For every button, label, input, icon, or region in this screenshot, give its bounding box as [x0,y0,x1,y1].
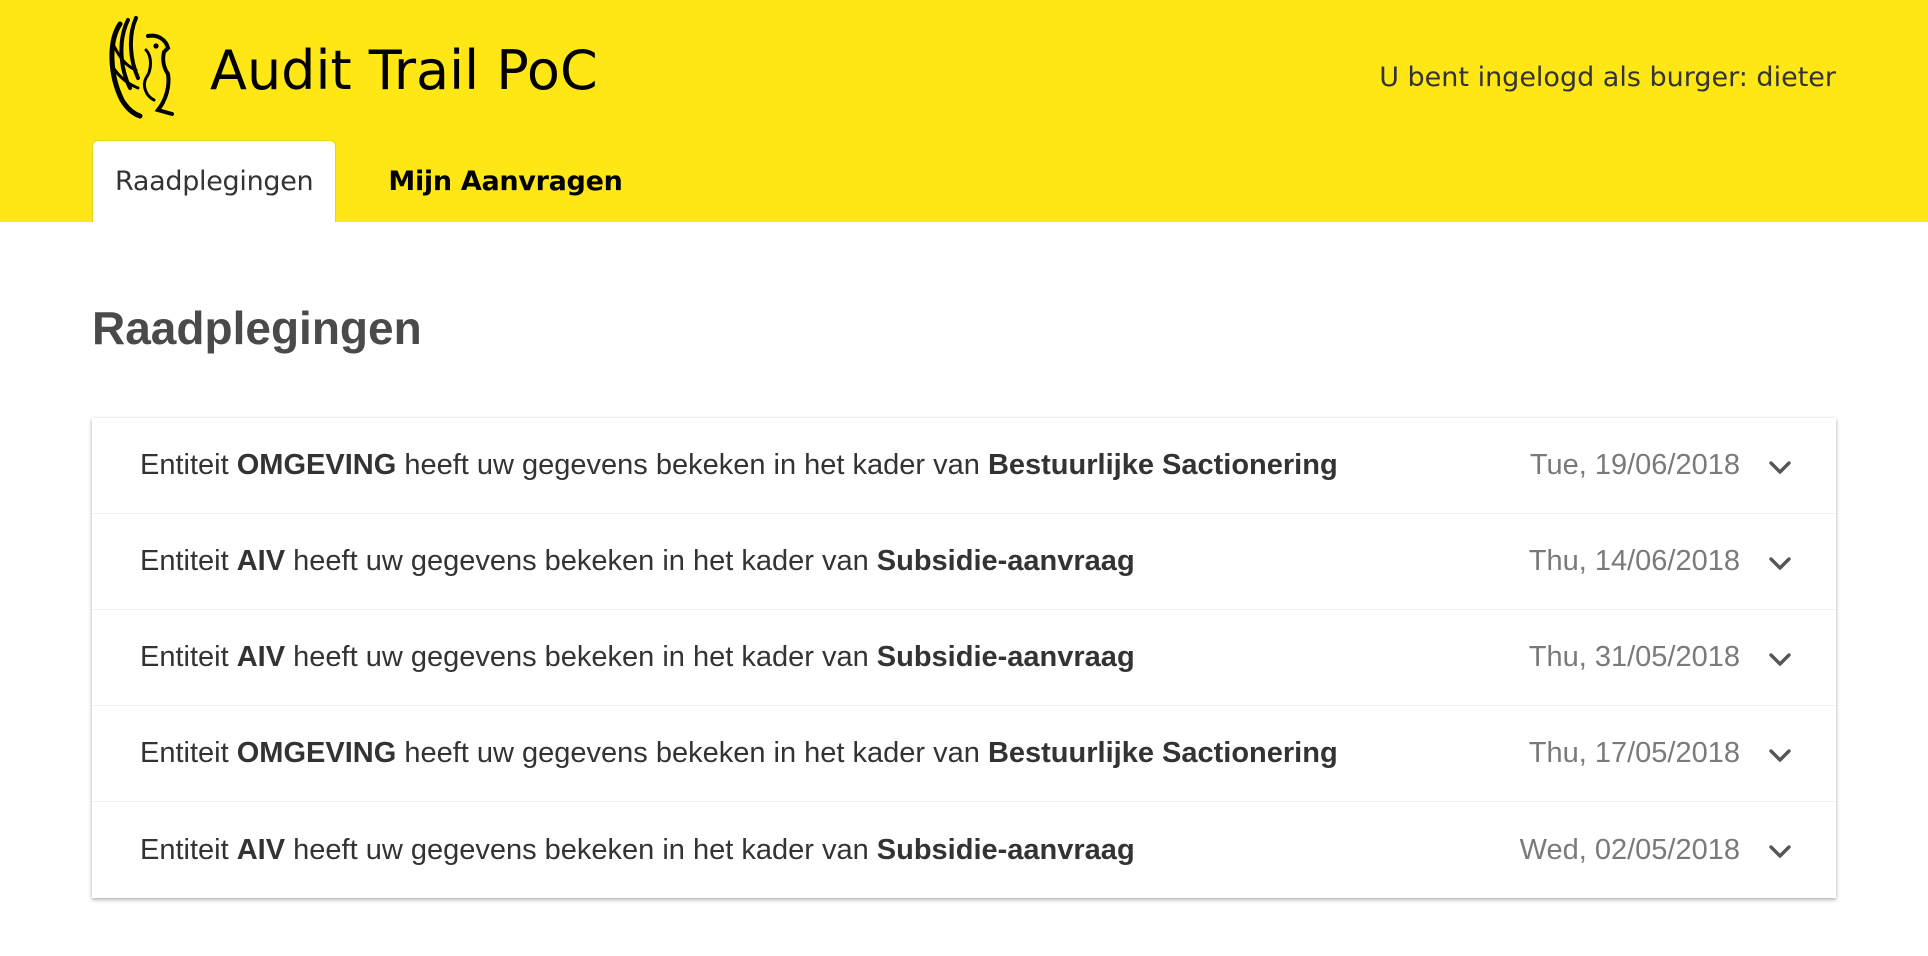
consultation-date: Thu, 14/06/2018 [1528,545,1740,577]
consultation-prefix: Entiteit [140,833,229,866]
app-header: Audit Trail PoC U bent ingelogd als burg… [0,0,1928,222]
flemish-lion-icon[interactable] [106,16,178,120]
chevron-down-icon[interactable] [1766,456,1794,478]
consultation-context: Bestuurlijke Sactionering [987,449,1338,481]
consultation-context: Subsidie-aanvraag [876,833,1135,866]
consultation-description: Entiteit AIV heeft uw gegevens bekeken i… [140,641,1135,674]
consultation-row[interactable]: Entiteit OMGEVING heeft uw gegevens beke… [92,706,1836,802]
consultation-list: Entiteit OMGEVING heeft uw gegevens beke… [92,418,1836,898]
consultation-date: Tue, 19/06/2018 [1529,449,1740,481]
consultation-prefix: Entiteit [140,641,229,673]
consultation-entity: OMGEVING [236,737,397,769]
consultation-date: Wed, 02/05/2018 [1519,833,1740,866]
consultation-prefix: Entiteit [140,737,229,769]
consultation-description: Entiteit AIV heeft uw gegevens bekeken i… [140,834,1135,867]
consultation-description: Entiteit AIV heeft uw gegevens bekeken i… [140,545,1135,578]
consultation-row[interactable]: Entiteit OMGEVING heeft uw gegevens beke… [92,418,1836,514]
consultation-context: Subsidie-aanvraag [876,641,1135,673]
consultation-context: Bestuurlijke Sactionering [987,737,1338,769]
consultation-context: Subsidie-aanvraag [876,545,1135,577]
chevron-down-icon[interactable] [1766,840,1794,862]
app-title: Audit Trail PoC [210,39,598,102]
consultation-middle: heeft uw gegevens bekeken in het kader v… [293,545,869,577]
chevron-down-icon[interactable] [1766,744,1794,766]
consultation-middle: heeft uw gegevens bekeken in het kader v… [293,833,869,866]
consultation-entity: OMGEVING [236,449,397,481]
consultation-middle: heeft uw gegevens bekeken in het kader v… [293,641,869,673]
consultation-prefix: Entiteit [140,545,229,577]
consultation-entity: AIV [236,641,286,673]
consultation-middle: heeft uw gegevens bekeken in het kader v… [404,737,980,769]
consultation-row[interactable]: Entiteit AIV heeft uw gegevens bekeken i… [92,610,1836,706]
consultation-row[interactable]: Entiteit AIV heeft uw gegevens bekeken i… [92,514,1836,610]
consultation-description: Entiteit OMGEVING heeft uw gegevens beke… [140,449,1338,482]
consultation-entity: AIV [236,833,286,866]
chevron-down-icon[interactable] [1766,648,1794,670]
consultation-date: Thu, 17/05/2018 [1528,737,1740,769]
consultation-entity: AIV [236,545,286,577]
page-title: Raadplegingen [92,302,422,354]
tab-mijn-aanvragen[interactable]: Mijn Aanvragen [366,140,644,222]
tab-raadplegingen[interactable]: Raadplegingen [92,140,337,222]
chevron-down-icon[interactable] [1766,552,1794,574]
consultation-description: Entiteit OMGEVING heeft uw gegevens beke… [140,737,1338,770]
consultation-date: Thu, 31/05/2018 [1528,641,1740,673]
consultation-middle: heeft uw gegevens bekeken in het kader v… [404,449,980,481]
tab-bar: Raadplegingen Mijn Aanvragen [92,140,645,222]
consultation-prefix: Entiteit [140,449,229,481]
login-status: U bent ingelogd als burger: dieter [1379,62,1836,93]
consultation-row[interactable]: Entiteit AIV heeft uw gegevens bekeken i… [92,802,1836,898]
